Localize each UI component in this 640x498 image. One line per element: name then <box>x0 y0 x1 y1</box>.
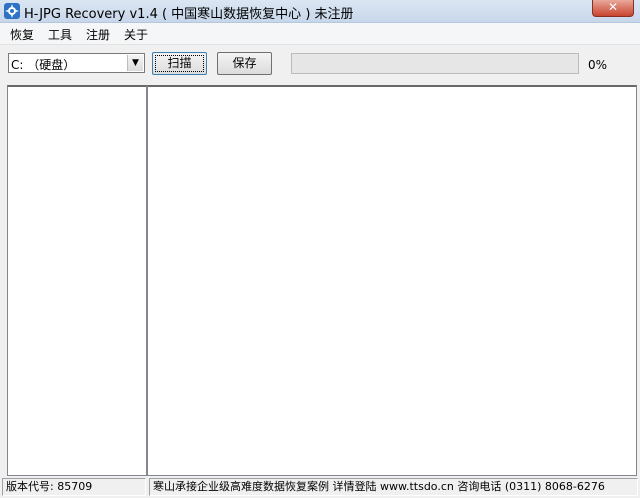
menu-bar: 恢复 工具 注册 关于 <box>0 23 640 45</box>
status-version: 版本代号: 85709 <box>2 478 146 496</box>
status-bar: 版本代号: 85709 寒山承接企业级高难度数据恢复案例 详情登陆 www.tt… <box>0 477 640 498</box>
app-icon <box>4 3 20 19</box>
menu-tools[interactable]: 工具 <box>48 26 72 43</box>
progress-bar <box>291 53 579 74</box>
menu-recover[interactable]: 恢复 <box>10 26 34 43</box>
progress-percent: 0% <box>588 58 608 72</box>
app-window: H-JPG Recovery v1.4 ( 中国寒山数据恢复中心 ) 未注册 ✕… <box>0 0 640 498</box>
chevron-down-icon[interactable]: ▼ <box>127 55 143 71</box>
drive-select[interactable]: C: （硬盘） ▼ <box>8 53 145 73</box>
menu-about[interactable]: 关于 <box>124 26 148 43</box>
file-list-pane[interactable] <box>147 85 637 476</box>
title-bar[interactable]: H-JPG Recovery v1.4 ( 中国寒山数据恢复中心 ) 未注册 ✕ <box>0 0 640 23</box>
status-advertisement: 寒山承接企业级高难度数据恢复案例 详情登陆 www.ttsdo.cn 咨询电话 … <box>149 478 638 496</box>
folder-tree-pane[interactable] <box>7 85 147 476</box>
drive-selected-value: C: （硬盘） <box>11 58 76 72</box>
scan-button[interactable]: 扫描 <box>152 52 207 75</box>
menu-register[interactable]: 注册 <box>86 26 110 43</box>
window-title: H-JPG Recovery v1.4 ( 中国寒山数据恢复中心 ) 未注册 <box>24 7 354 22</box>
save-button[interactable]: 保存 <box>217 52 272 75</box>
close-button[interactable]: ✕ <box>592 0 634 17</box>
close-icon: ✕ <box>607 0 619 14</box>
